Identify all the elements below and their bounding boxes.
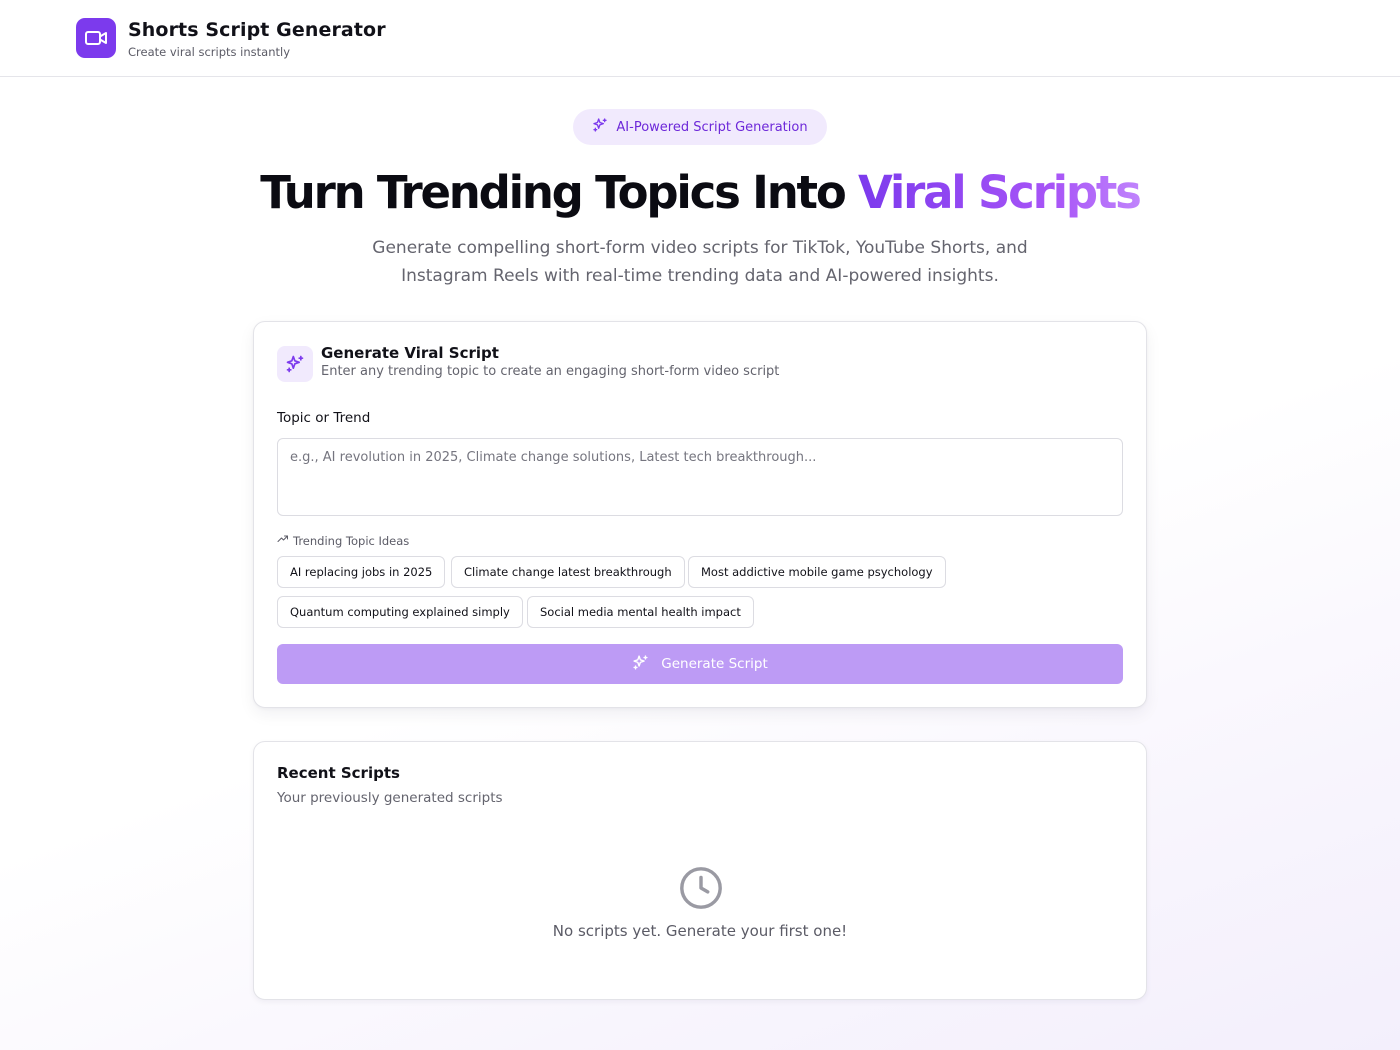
trending-ideas-label: Trending Topic Ideas — [277, 533, 409, 548]
topic-chip[interactable]: Quantum computing explained simply — [277, 596, 523, 628]
topic-label: Topic or Trend — [277, 410, 371, 426]
topic-input[interactable] — [277, 438, 1123, 516]
generate-script-card: Generate Viral Script Enter any trending… — [253, 321, 1147, 708]
app-header: Shorts Script Generator Create viral scr… — [0, 0, 1400, 77]
recent-scripts-title: Recent Scripts — [277, 764, 400, 782]
sparkles-icon — [592, 117, 608, 137]
sparkles-icon — [632, 654, 649, 675]
hero-title: Turn Trending Topics Into Viral Scripts — [0, 166, 1400, 219]
topic-chip[interactable]: Most addictive mobile game psychology — [688, 556, 946, 588]
app-title: Shorts Script Generator — [128, 19, 386, 41]
video-camera-icon — [76, 18, 116, 58]
badge-label: AI-Powered Script Generation — [616, 119, 808, 135]
topic-chip[interactable]: AI replacing jobs in 2025 — [277, 556, 446, 588]
clock-icon — [678, 865, 724, 911]
trending-up-icon — [277, 533, 289, 548]
card-subtitle: Enter any trending topic to create an en… — [321, 364, 780, 379]
recent-scripts-subtitle: Your previously generated scripts — [277, 790, 503, 806]
topic-chip[interactable]: Social media mental health impact — [527, 596, 754, 628]
empty-state-text: No scripts yet. Generate your first one! — [552, 922, 848, 940]
hero-title-highlight: Viral Scripts — [858, 166, 1142, 219]
card-title: Generate Viral Script — [321, 344, 499, 362]
ai-powered-badge: AI-Powered Script Generation — [573, 109, 827, 145]
generate-script-button[interactable]: Generate Script — [277, 644, 1123, 684]
recent-scripts-card: Recent Scripts Your previously generated… — [253, 741, 1147, 1000]
trending-ideas-text: Trending Topic Ideas — [293, 533, 410, 548]
hero-title-main: Turn Trending Topics Into — [260, 166, 847, 219]
sparkles-icon — [277, 346, 313, 382]
topic-chip[interactable]: Climate change latest breakthrough — [451, 556, 685, 588]
hero-description: Generate compelling short-form video scr… — [372, 238, 1028, 286]
app-subtitle: Create viral scripts instantly — [128, 45, 291, 59]
generate-script-label: Generate Script — [661, 656, 768, 672]
